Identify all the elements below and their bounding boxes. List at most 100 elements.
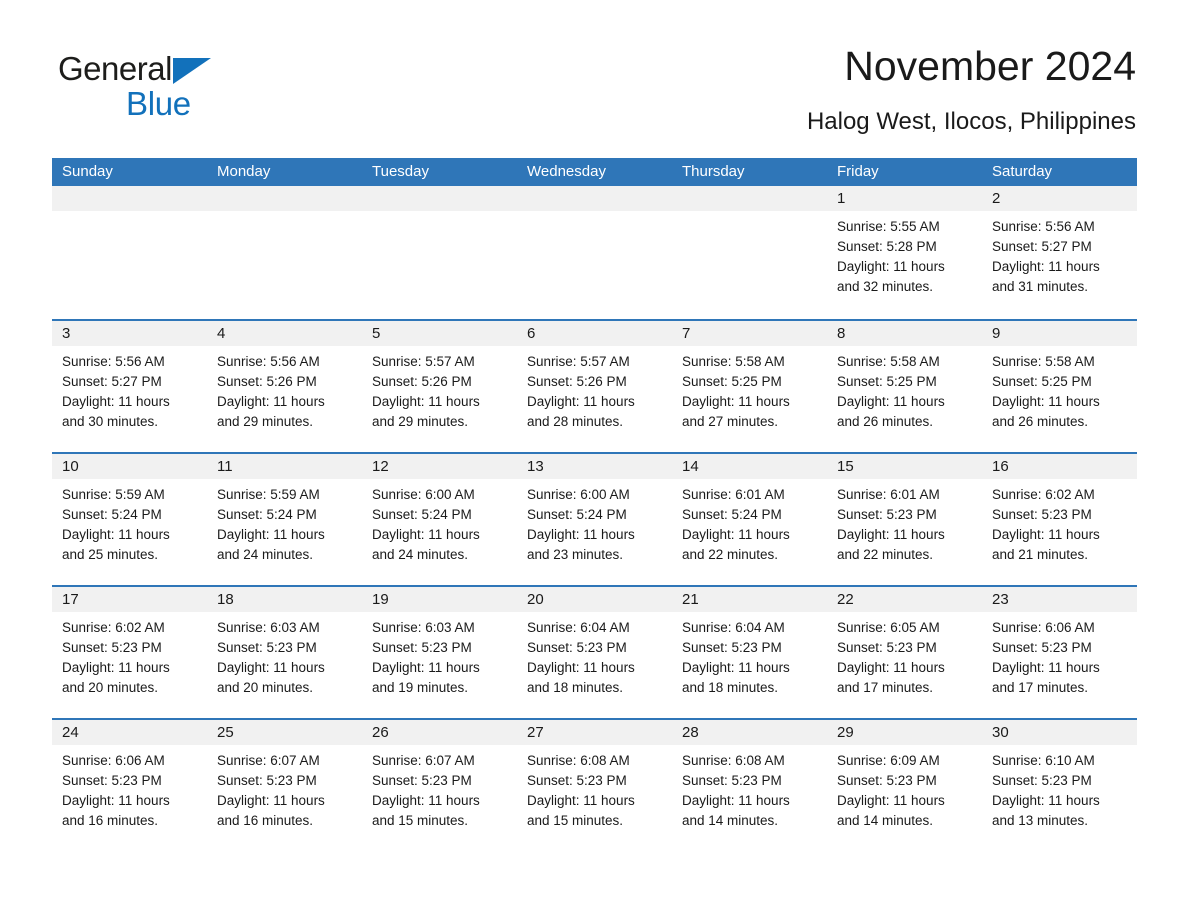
sunrise-text: Sunrise: 5:56 AM: [992, 219, 1095, 234]
calendar-day-cell-13[interactable]: 13 Sunrise: 6:00 AM Sunset: 5:24 PM Dayl…: [517, 454, 672, 585]
calendar-day-cell-24[interactable]: 24 Sunrise: 6:06 AM Sunset: 5:23 PM Dayl…: [52, 720, 207, 851]
calendar-day-cell-18[interactable]: 18 Sunrise: 6:03 AM Sunset: 5:23 PM Dayl…: [207, 587, 362, 718]
day-number: 19: [372, 591, 389, 608]
day-number: 23: [992, 591, 1009, 608]
calendar-week-row-5: 24 Sunrise: 6:06 AM Sunset: 5:23 PM Dayl…: [52, 718, 1137, 851]
day-number-band: 5: [362, 321, 517, 346]
day-number: 18: [217, 591, 234, 608]
sunrise-text: Sunrise: 6:08 AM: [527, 753, 630, 768]
calendar-week-row-2: 3 Sunrise: 5:56 AM Sunset: 5:27 PM Dayli…: [52, 319, 1137, 452]
daylight-text-line2: and 18 minutes.: [682, 680, 779, 695]
daylight-text-line2: and 22 minutes.: [837, 547, 934, 562]
daylight-text-line2: and 26 minutes.: [837, 414, 934, 429]
daylight-text-line1: Daylight: 11 hours: [217, 394, 325, 409]
calendar-day-cell-17[interactable]: 17 Sunrise: 6:02 AM Sunset: 5:23 PM Dayl…: [52, 587, 207, 718]
calendar-day-cell-21[interactable]: 21 Sunrise: 6:04 AM Sunset: 5:23 PM Dayl…: [672, 587, 827, 718]
day-details: Sunrise: 6:00 AM Sunset: 5:24 PM Dayligh…: [362, 479, 517, 565]
day-number-band: [207, 186, 362, 211]
daylight-text-line2: and 32 minutes.: [837, 279, 934, 294]
daylight-text-line1: Daylight: 11 hours: [992, 793, 1100, 808]
day-number-band: 17: [52, 587, 207, 612]
calendar-day-cell-12[interactable]: 12 Sunrise: 6:00 AM Sunset: 5:24 PM Dayl…: [362, 454, 517, 585]
calendar-day-cell-22[interactable]: 22 Sunrise: 6:05 AM Sunset: 5:23 PM Dayl…: [827, 587, 982, 718]
calendar-day-cell-7[interactable]: 7 Sunrise: 5:58 AM Sunset: 5:25 PM Dayli…: [672, 321, 827, 452]
day-details: Sunrise: 6:06 AM Sunset: 5:23 PM Dayligh…: [52, 745, 207, 831]
sunset-text: Sunset: 5:23 PM: [527, 640, 627, 655]
sunset-text: Sunset: 5:23 PM: [682, 773, 782, 788]
calendar-day-cell-19[interactable]: 19 Sunrise: 6:03 AM Sunset: 5:23 PM Dayl…: [362, 587, 517, 718]
daylight-text-line2: and 23 minutes.: [527, 547, 624, 562]
daylight-text-line2: and 30 minutes.: [62, 414, 159, 429]
calendar-day-cell-empty: [52, 186, 207, 319]
day-number: 27: [527, 724, 544, 741]
day-details: Sunrise: 6:01 AM Sunset: 5:23 PM Dayligh…: [827, 479, 982, 565]
daylight-text-line1: Daylight: 11 hours: [682, 793, 790, 808]
sunset-text: Sunset: 5:23 PM: [217, 773, 317, 788]
daylight-text-line2: and 28 minutes.: [527, 414, 624, 429]
generalblue-logo[interactable]: General Blue: [58, 52, 298, 132]
daylight-text-line2: and 29 minutes.: [217, 414, 314, 429]
day-details: Sunrise: 5:58 AM Sunset: 5:25 PM Dayligh…: [827, 346, 982, 432]
daylight-text-line1: Daylight: 11 hours: [217, 527, 325, 542]
daylight-text-line1: Daylight: 11 hours: [527, 394, 635, 409]
calendar-day-cell-5[interactable]: 5 Sunrise: 5:57 AM Sunset: 5:26 PM Dayli…: [362, 321, 517, 452]
calendar-day-cell-29[interactable]: 29 Sunrise: 6:09 AM Sunset: 5:23 PM Dayl…: [827, 720, 982, 851]
calendar-day-cell-3[interactable]: 3 Sunrise: 5:56 AM Sunset: 5:27 PM Dayli…: [52, 321, 207, 452]
sunset-text: Sunset: 5:26 PM: [217, 374, 317, 389]
day-details: [362, 211, 517, 217]
daylight-text-line1: Daylight: 11 hours: [837, 527, 945, 542]
calendar-day-cell-27[interactable]: 27 Sunrise: 6:08 AM Sunset: 5:23 PM Dayl…: [517, 720, 672, 851]
sunrise-text: Sunrise: 6:00 AM: [372, 487, 475, 502]
calendar-day-cell-28[interactable]: 28 Sunrise: 6:08 AM Sunset: 5:23 PM Dayl…: [672, 720, 827, 851]
day-number: 28: [682, 724, 699, 741]
daylight-text-line2: and 21 minutes.: [992, 547, 1089, 562]
day-number: 12: [372, 458, 389, 475]
day-details: [207, 211, 362, 217]
day-number: 4: [217, 325, 226, 342]
sunrise-text: Sunrise: 6:00 AM: [527, 487, 630, 502]
calendar-day-cell-20[interactable]: 20 Sunrise: 6:04 AM Sunset: 5:23 PM Dayl…: [517, 587, 672, 718]
weekday-thursday: Thursday: [682, 163, 745, 180]
sunset-text: Sunset: 5:23 PM: [372, 773, 472, 788]
calendar-day-cell-4[interactable]: 4 Sunrise: 5:56 AM Sunset: 5:26 PM Dayli…: [207, 321, 362, 452]
calendar-day-cell-8[interactable]: 8 Sunrise: 5:58 AM Sunset: 5:25 PM Dayli…: [827, 321, 982, 452]
daylight-text-line2: and 20 minutes.: [217, 680, 314, 695]
sunrise-text: Sunrise: 5:57 AM: [527, 354, 630, 369]
sunset-text: Sunset: 5:25 PM: [682, 374, 782, 389]
calendar-day-cell-26[interactable]: 26 Sunrise: 6:07 AM Sunset: 5:23 PM Dayl…: [362, 720, 517, 851]
calendar-day-cell-9[interactable]: 9 Sunrise: 5:58 AM Sunset: 5:25 PM Dayli…: [982, 321, 1137, 452]
daylight-text-line2: and 31 minutes.: [992, 279, 1089, 294]
daylight-text-line2: and 15 minutes.: [527, 813, 624, 828]
calendar-week-row-3: 10 Sunrise: 5:59 AM Sunset: 5:24 PM Dayl…: [52, 452, 1137, 585]
day-number: 21: [682, 591, 699, 608]
day-number: 24: [62, 724, 79, 741]
calendar-day-cell-1[interactable]: 1 Sunrise: 5:55 AM Sunset: 5:28 PM Dayli…: [827, 186, 982, 319]
calendar-day-cell-10[interactable]: 10 Sunrise: 5:59 AM Sunset: 5:24 PM Dayl…: [52, 454, 207, 585]
sunset-text: Sunset: 5:24 PM: [682, 507, 782, 522]
sunset-text: Sunset: 5:25 PM: [992, 374, 1092, 389]
calendar-day-cell-6[interactable]: 6 Sunrise: 5:57 AM Sunset: 5:26 PM Dayli…: [517, 321, 672, 452]
sunset-text: Sunset: 5:23 PM: [527, 773, 627, 788]
day-details: Sunrise: 5:58 AM Sunset: 5:25 PM Dayligh…: [982, 346, 1137, 432]
weekday-friday: Friday: [837, 163, 879, 180]
sunrise-text: Sunrise: 6:06 AM: [992, 620, 1095, 635]
sunset-text: Sunset: 5:23 PM: [217, 640, 317, 655]
calendar-day-cell-14[interactable]: 14 Sunrise: 6:01 AM Sunset: 5:24 PM Dayl…: [672, 454, 827, 585]
day-number-band: 29: [827, 720, 982, 745]
daylight-text-line1: Daylight: 11 hours: [62, 527, 170, 542]
calendar-day-cell-15[interactable]: 15 Sunrise: 6:01 AM Sunset: 5:23 PM Dayl…: [827, 454, 982, 585]
day-details: Sunrise: 5:56 AM Sunset: 5:27 PM Dayligh…: [52, 346, 207, 432]
calendar-day-cell-23[interactable]: 23 Sunrise: 6:06 AM Sunset: 5:23 PM Dayl…: [982, 587, 1137, 718]
calendar-day-cell-30[interactable]: 30 Sunrise: 6:10 AM Sunset: 5:23 PM Dayl…: [982, 720, 1137, 851]
calendar-day-cell-11[interactable]: 11 Sunrise: 5:59 AM Sunset: 5:24 PM Dayl…: [207, 454, 362, 585]
daylight-text-line2: and 16 minutes.: [217, 813, 314, 828]
weekday-sunday: Sunday: [62, 163, 113, 180]
day-number-band: [672, 186, 827, 211]
day-number: 25: [217, 724, 234, 741]
daylight-text-line1: Daylight: 11 hours: [62, 660, 170, 675]
daylight-text-line2: and 17 minutes.: [992, 680, 1089, 695]
calendar-day-cell-25[interactable]: 25 Sunrise: 6:07 AM Sunset: 5:23 PM Dayl…: [207, 720, 362, 851]
calendar-day-cell-16[interactable]: 16 Sunrise: 6:02 AM Sunset: 5:23 PM Dayl…: [982, 454, 1137, 585]
day-number-band: 22: [827, 587, 982, 612]
calendar-day-cell-2[interactable]: 2 Sunrise: 5:56 AM Sunset: 5:27 PM Dayli…: [982, 186, 1137, 319]
